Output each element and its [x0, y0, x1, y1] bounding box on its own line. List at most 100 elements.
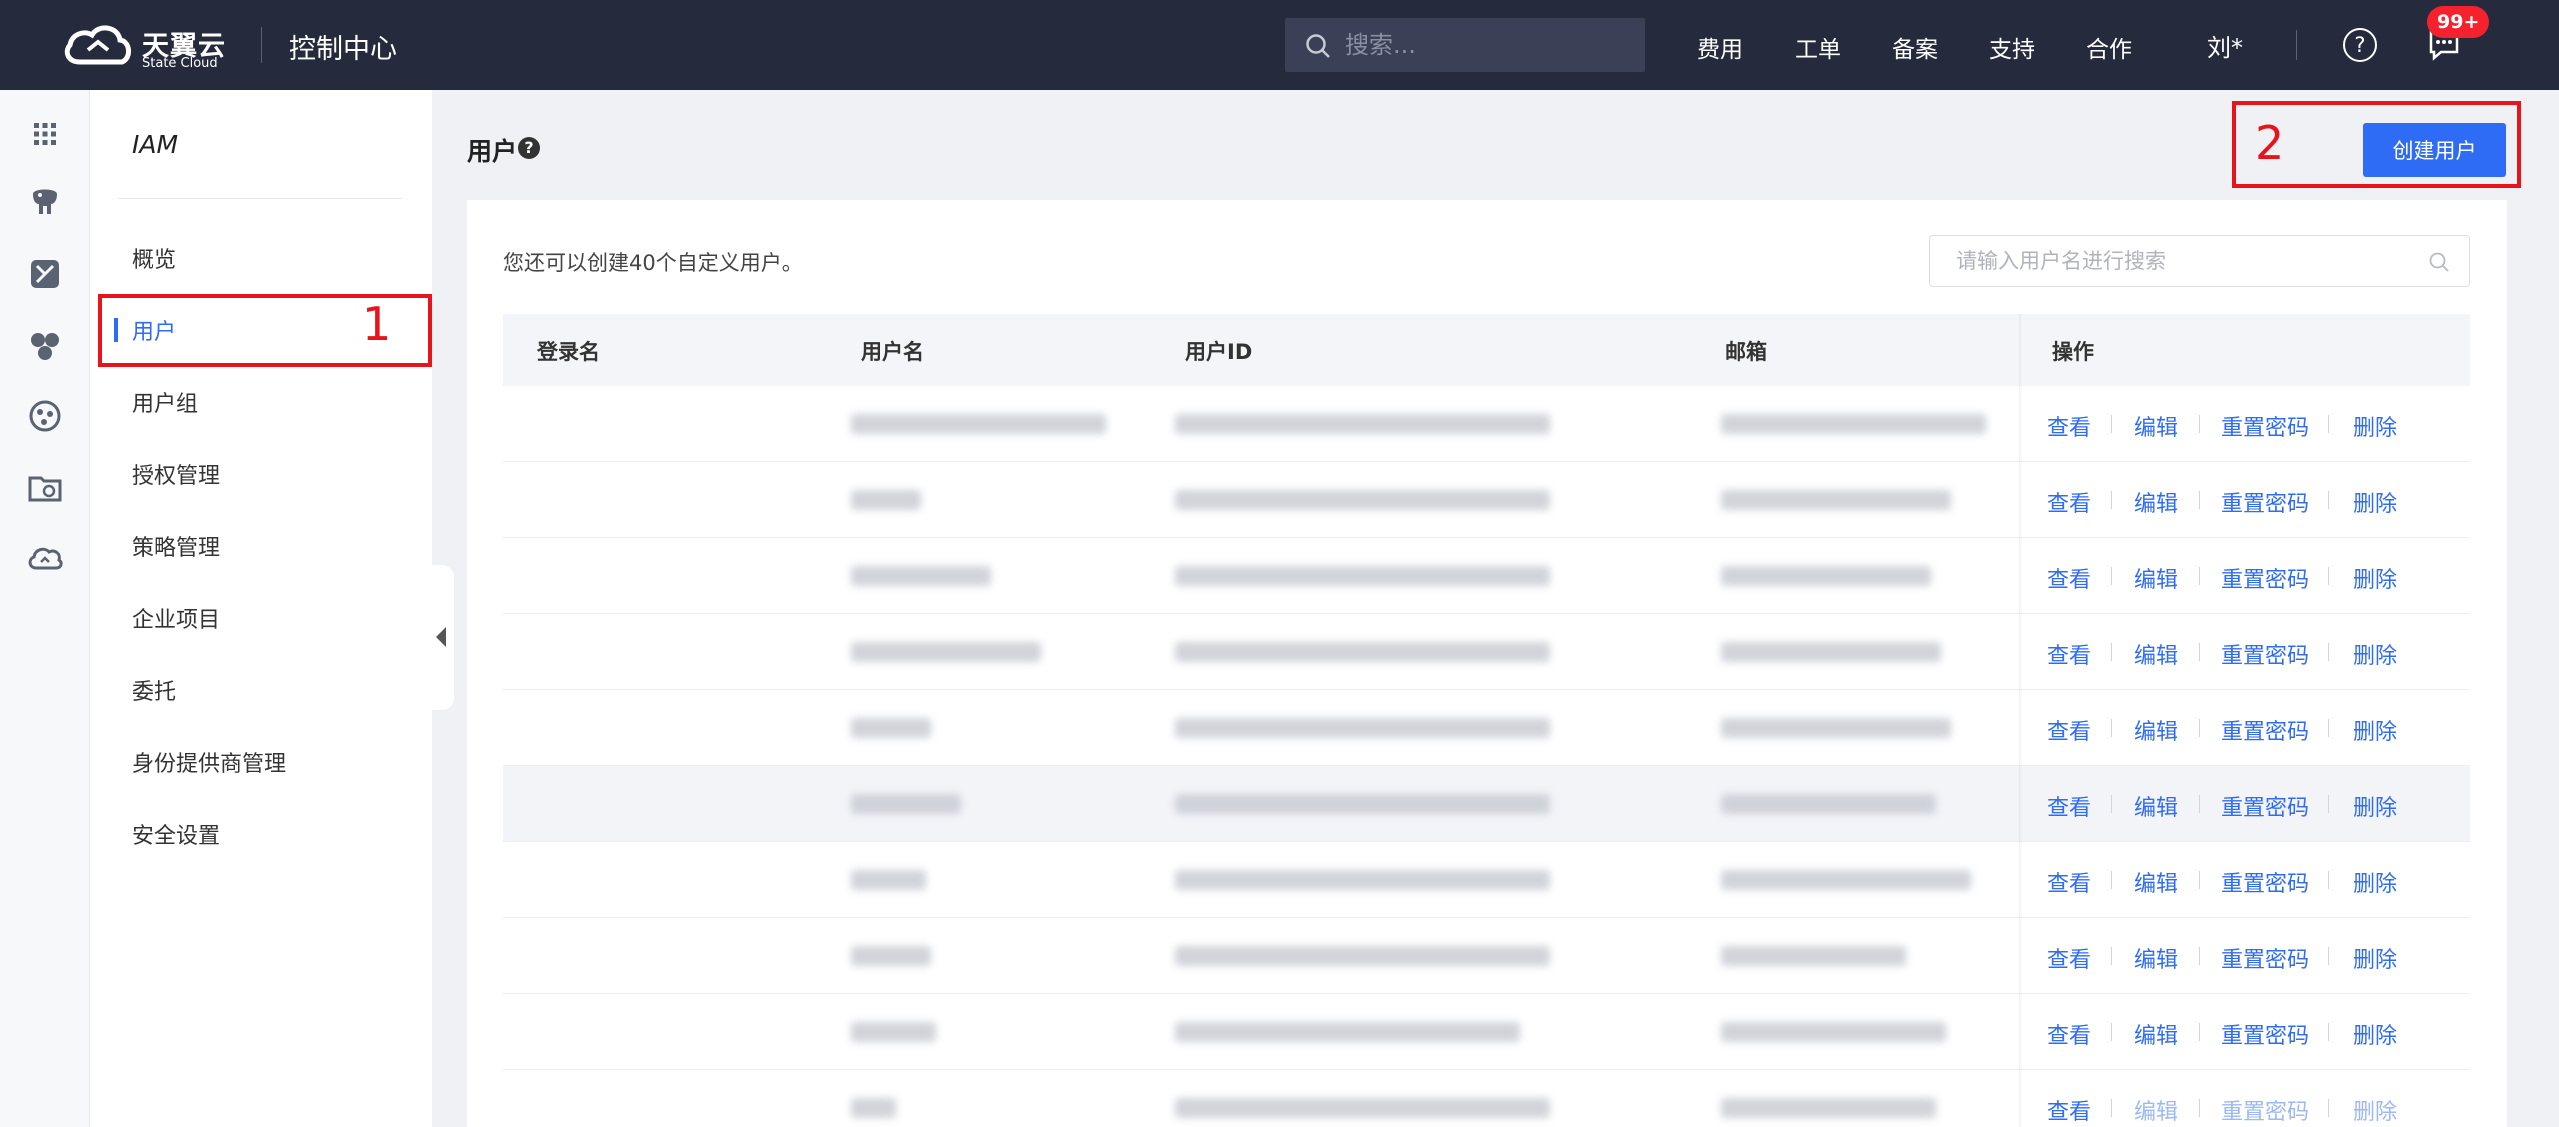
sidebar-item-identity-providers[interactable]: 身份提供商管理	[132, 746, 286, 778]
action-separator	[2199, 643, 2200, 661]
column-header-email[interactable]: 邮箱	[1725, 336, 1767, 366]
cluster-icon[interactable]	[25, 326, 65, 366]
delete-link[interactable]: 删除	[2353, 1018, 2397, 1050]
action-separator	[2328, 1099, 2329, 1117]
reset-password-link[interactable]: 重置密码	[2221, 410, 2309, 442]
sidebar-item-security[interactable]: 安全设置	[132, 818, 220, 850]
table-row[interactable]: 查看 编辑 重置密码 删除	[503, 994, 2470, 1070]
edit-link[interactable]: 编辑	[2134, 1094, 2178, 1126]
search-icon[interactable]	[2428, 251, 2450, 273]
column-header-actions[interactable]: 操作	[2052, 336, 2094, 366]
reset-password-link[interactable]: 重置密码	[2221, 1018, 2309, 1050]
edit-link[interactable]: 编辑	[2134, 410, 2178, 442]
topnav-support[interactable]: 支持	[1989, 30, 2035, 64]
global-search-input[interactable]	[1345, 28, 1625, 62]
reset-password-link[interactable]: 重置密码	[2221, 714, 2309, 746]
brand-name-en: State Cloud	[142, 56, 218, 71]
storage-folder-icon[interactable]	[25, 468, 65, 508]
topnav-billing[interactable]: 费用	[1697, 30, 1743, 64]
topnav-partner[interactable]: 合作	[2086, 30, 2132, 64]
view-link[interactable]: 查看	[2047, 1094, 2091, 1126]
topnav-filing[interactable]: 备案	[1892, 30, 1938, 64]
sidebar-item-overview[interactable]: 概览	[132, 242, 176, 274]
cloud-sync-icon[interactable]	[25, 538, 65, 578]
reset-password-link[interactable]: 重置密码	[2221, 1094, 2309, 1126]
view-link[interactable]: 查看	[2047, 1018, 2091, 1050]
question-circle-icon[interactable]: ?	[518, 137, 540, 159]
edit-link[interactable]: 编辑	[2134, 866, 2178, 898]
email-cell-redacted	[1721, 946, 1906, 966]
reset-password-link[interactable]: 重置密码	[2221, 486, 2309, 518]
delete-link[interactable]: 删除	[2353, 942, 2397, 974]
user-menu[interactable]: 刘*	[2207, 28, 2243, 63]
view-link[interactable]: 查看	[2047, 942, 2091, 974]
userid-cell-redacted	[1175, 870, 1550, 890]
sidebar-item-projects[interactable]: 企业项目	[132, 602, 220, 634]
analytics-circle-icon[interactable]	[25, 396, 65, 436]
view-link[interactable]: 查看	[2047, 410, 2091, 442]
reset-password-link[interactable]: 重置密码	[2221, 866, 2309, 898]
reset-password-link[interactable]: 重置密码	[2221, 790, 2309, 822]
database-elephant-icon[interactable]	[25, 182, 65, 222]
action-separator	[2111, 491, 2112, 509]
delete-link[interactable]: 删除	[2353, 410, 2397, 442]
sidebar-title: IAM	[132, 130, 179, 159]
grid-menu-icon[interactable]	[25, 114, 65, 154]
network-edit-icon[interactable]	[25, 254, 65, 294]
user-search-input[interactable]	[1956, 246, 2416, 276]
table-row[interactable]: 查看 编辑 重置密码 删除	[503, 614, 2470, 690]
table-row[interactable]: 查看 编辑 重置密码 删除	[503, 918, 2470, 994]
delete-link[interactable]: 删除	[2353, 866, 2397, 898]
userid-cell-redacted	[1175, 642, 1550, 662]
edit-link[interactable]: 编辑	[2134, 942, 2178, 974]
delete-link[interactable]: 删除	[2353, 1094, 2397, 1126]
topnav-tickets[interactable]: 工单	[1795, 30, 1841, 64]
table-row[interactable]: 查看 编辑 重置密码 删除	[503, 766, 2470, 842]
edit-link[interactable]: 编辑	[2134, 790, 2178, 822]
brand-logo[interactable]: 天翼云 State Cloud	[62, 22, 232, 72]
sidebar-item-delegation[interactable]: 委托	[132, 674, 176, 706]
sidebar-collapse-handle[interactable]	[430, 565, 454, 710]
global-search[interactable]	[1285, 18, 1645, 72]
reset-password-link[interactable]: 重置密码	[2221, 562, 2309, 594]
email-cell-redacted	[1721, 718, 1951, 738]
column-header-userid[interactable]: 用户ID	[1185, 336, 1252, 366]
edit-link[interactable]: 编辑	[2134, 1018, 2178, 1050]
edit-link[interactable]: 编辑	[2134, 486, 2178, 518]
table-row[interactable]: 查看 编辑 重置密码 删除	[503, 842, 2470, 918]
table-row[interactable]: 查看 编辑 重置密码 删除	[503, 386, 2470, 462]
table-row[interactable]: 查看 编辑 重置密码 删除	[503, 462, 2470, 538]
sidebar-item-policies[interactable]: 策略管理	[132, 530, 220, 562]
help-icon[interactable]: ?	[2343, 28, 2377, 62]
reset-password-link[interactable]: 重置密码	[2221, 638, 2309, 670]
view-link[interactable]: 查看	[2047, 714, 2091, 746]
reset-password-link[interactable]: 重置密码	[2221, 942, 2309, 974]
delete-link[interactable]: 删除	[2353, 790, 2397, 822]
column-header-login[interactable]: 登录名	[537, 336, 600, 366]
delete-link[interactable]: 删除	[2353, 486, 2397, 518]
view-link[interactable]: 查看	[2047, 638, 2091, 670]
user-search[interactable]	[1929, 235, 2470, 287]
action-separator	[2111, 947, 2112, 965]
table-row[interactable]: 查看 编辑 重置密码 删除	[503, 1070, 2470, 1127]
delete-link[interactable]: 删除	[2353, 714, 2397, 746]
console-title[interactable]: 控制中心	[289, 27, 397, 66]
view-link[interactable]: 查看	[2047, 790, 2091, 822]
action-separator	[2199, 491, 2200, 509]
edit-link[interactable]: 编辑	[2134, 562, 2178, 594]
sidebar-item-authorization[interactable]: 授权管理	[132, 458, 220, 490]
userid-cell-redacted	[1175, 490, 1550, 510]
table-row[interactable]: 查看 编辑 重置密码 删除	[503, 690, 2470, 766]
view-link[interactable]: 查看	[2047, 866, 2091, 898]
username-cell-redacted	[851, 642, 1041, 662]
view-link[interactable]: 查看	[2047, 486, 2091, 518]
email-cell-redacted	[1721, 642, 1941, 662]
delete-link[interactable]: 删除	[2353, 638, 2397, 670]
view-link[interactable]: 查看	[2047, 562, 2091, 594]
sidebar-item-user-groups[interactable]: 用户组	[132, 386, 198, 418]
edit-link[interactable]: 编辑	[2134, 714, 2178, 746]
table-row[interactable]: 查看 编辑 重置密码 删除	[503, 538, 2470, 614]
delete-link[interactable]: 删除	[2353, 562, 2397, 594]
column-header-username[interactable]: 用户名	[861, 336, 924, 366]
edit-link[interactable]: 编辑	[2134, 638, 2178, 670]
